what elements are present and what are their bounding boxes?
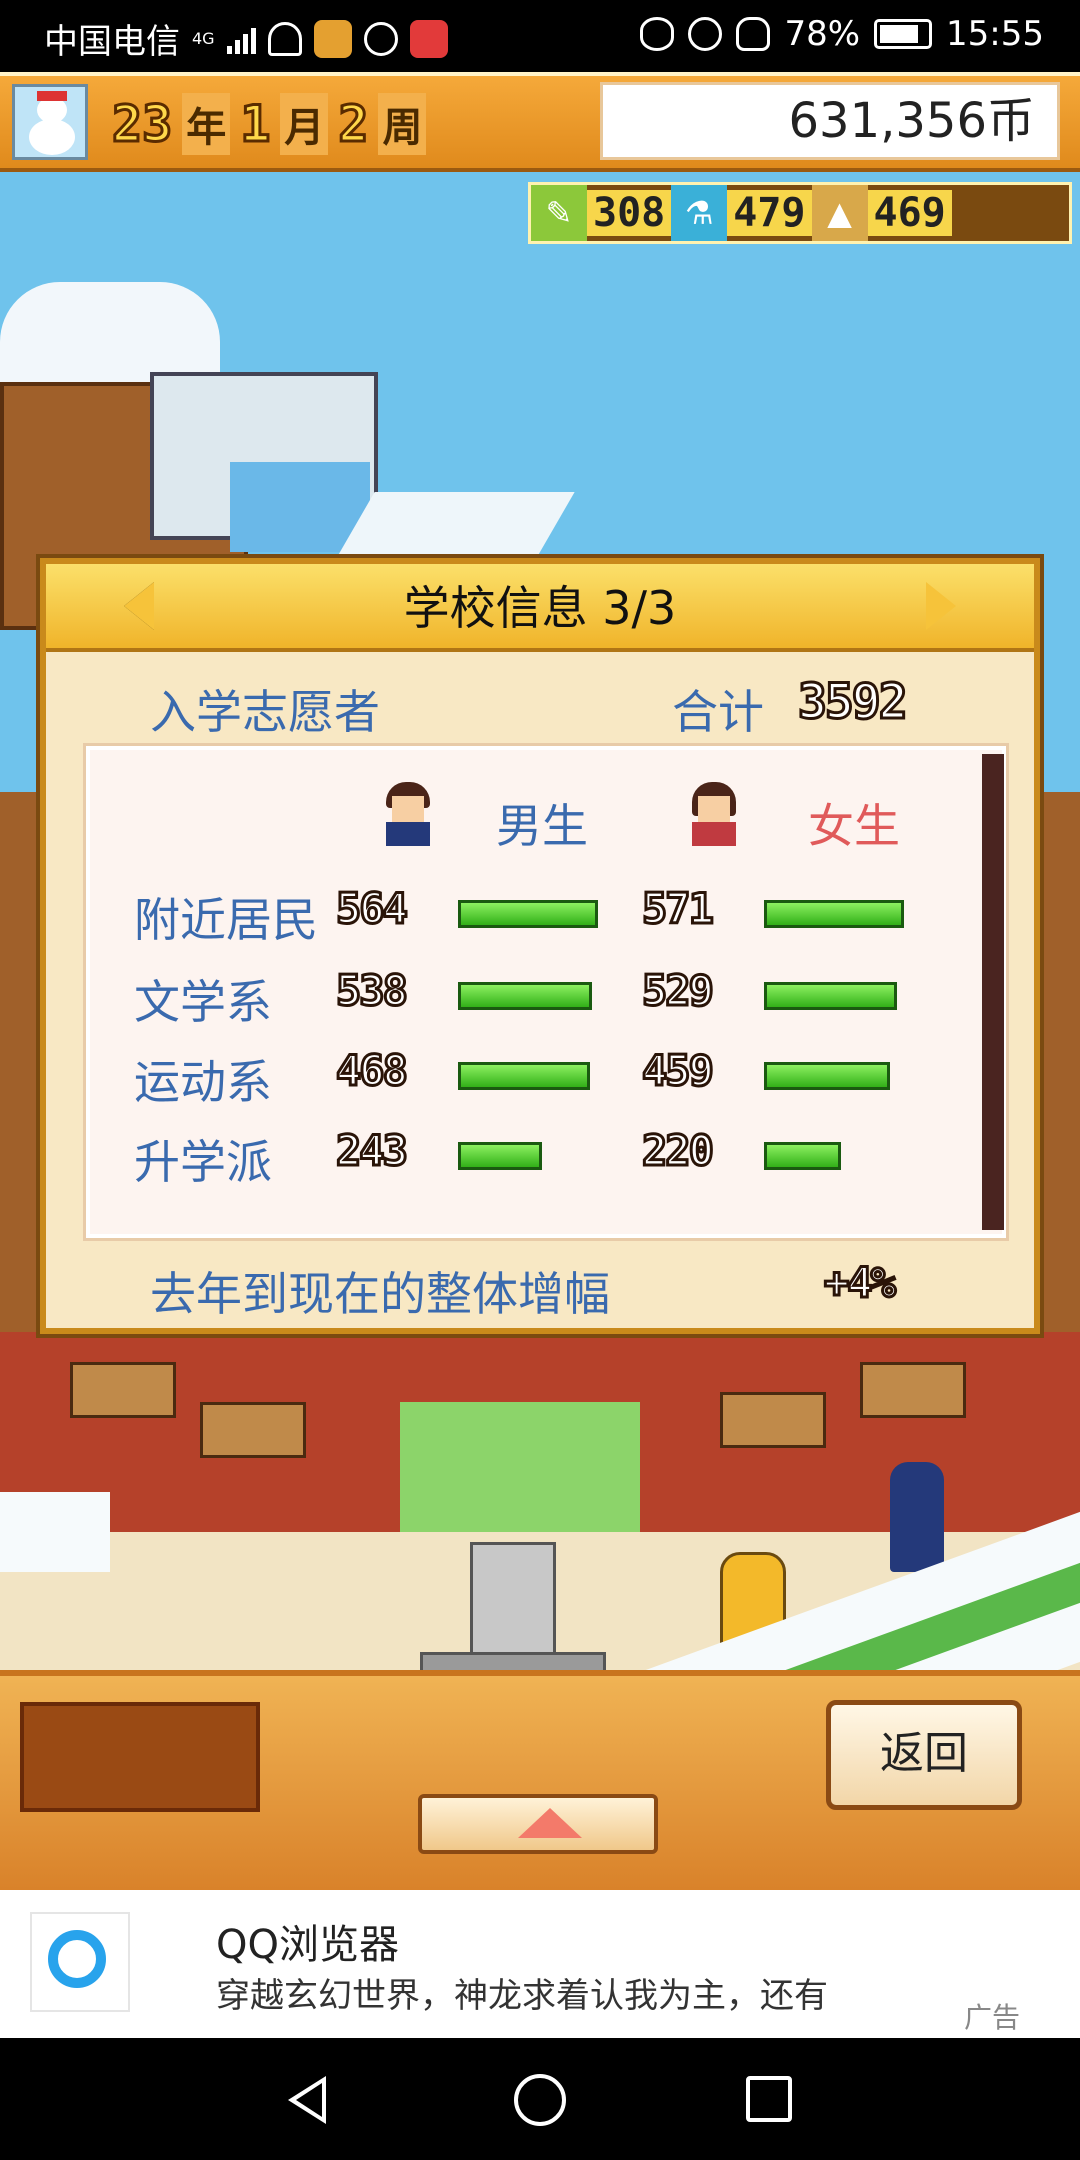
left-building (0, 792, 40, 1412)
resource-flask: ⚗ 479 (671, 185, 812, 241)
male-bar (458, 1142, 542, 1170)
snow-pile (0, 1492, 110, 1572)
home-icon[interactable] (514, 2074, 566, 2126)
total-label: 合计 (672, 685, 764, 739)
battery-icon (874, 19, 933, 49)
pyramid-value: 469 (867, 190, 952, 236)
wifi-icon (267, 21, 302, 56)
week-unit: 周 (378, 93, 427, 155)
desk (200, 1402, 306, 1458)
month-number: 1 (239, 94, 272, 155)
pencil-icon: ✎ (531, 185, 587, 241)
row-label-nearby-residents: 附近居民 (134, 893, 318, 947)
return-button[interactable]: 返回 (826, 1700, 1022, 1810)
female-count: 529 (641, 965, 716, 1017)
male-bar (458, 900, 598, 928)
next-page-arrow-icon[interactable] (926, 582, 956, 630)
female-bar (764, 1062, 890, 1090)
male-header: 男生 (496, 799, 588, 853)
sync-icon (363, 21, 398, 56)
status-bar: 中国电信 4G 78% 15:55 (0, 0, 1080, 72)
row-label-sports: 运动系 (134, 1055, 272, 1109)
eye-icon (640, 17, 675, 51)
statue (470, 1542, 556, 1668)
female-count: 459 (641, 1045, 716, 1097)
back-icon-inner (296, 2083, 322, 2117)
row-label-literature: 文学系 (134, 975, 272, 1029)
female-count: 571 (641, 883, 716, 935)
clock: 15:55 (946, 14, 1044, 54)
resource-bar: ✎ 308 ⚗ 479 ▲ 469 (528, 182, 1072, 244)
ad-title[interactable]: QQ浏览器 (216, 1912, 399, 1970)
ad-tag: 广告 (964, 2001, 1021, 2034)
female-count: 220 (641, 1125, 716, 1177)
game-date: 23 年 1 月 2 周 (110, 93, 427, 155)
snowman-icon[interactable] (12, 84, 88, 160)
male-count: 538 (335, 965, 410, 1017)
money-display: 631,356币 (600, 82, 1060, 160)
carrier-label: 中国电信 (44, 22, 180, 62)
male-bar (458, 982, 592, 1010)
desk (860, 1362, 966, 1418)
resource-pencil: ✎ 308 (531, 185, 672, 241)
right-building (1040, 792, 1080, 1412)
week-number: 2 (337, 94, 370, 155)
female-bar (764, 1142, 841, 1170)
pencil-value: 308 (587, 190, 672, 236)
recent-apps-icon[interactable] (746, 2076, 792, 2122)
girl-avatar (688, 782, 740, 846)
battery-percent: 78% (784, 14, 861, 54)
mute-icon (736, 17, 771, 51)
female-header: 女生 (808, 799, 900, 853)
growth-value: +4% (823, 1257, 898, 1309)
signal-icon (226, 24, 256, 54)
qq-browser-icon[interactable] (30, 1912, 130, 2012)
up-arrow-icon (518, 1808, 582, 1838)
shop-app-icon (409, 19, 448, 58)
game-app-icon (313, 19, 352, 58)
empty-slot (20, 1702, 260, 1812)
year-number: 23 (110, 94, 173, 155)
network-type: 4G (192, 29, 215, 48)
ad-description[interactable]: 穿越玄幻世界，神龙求着认我为主，还有 (216, 1968, 828, 2017)
pyramid-icon: ▲ (811, 185, 868, 241)
expand-up-button[interactable] (418, 1794, 658, 1854)
desk (720, 1392, 826, 1448)
month-unit: 月 (280, 93, 329, 155)
growth-label: 去年到现在的整体增幅 (150, 1267, 610, 1321)
year-unit: 年 (182, 93, 231, 155)
desk (70, 1362, 176, 1418)
school-info-dialog: 学校信息 3/3 入学志愿者 合计 3592 男生 女生 附近居民 564 57… (40, 558, 1040, 1334)
male-count: 243 (335, 1125, 410, 1177)
garden-patch (400, 1402, 640, 1532)
flask-icon: ⚗ (671, 185, 728, 241)
dialog-title: 学校信息 3/3 (403, 581, 677, 635)
total-value: 3592 (797, 673, 910, 732)
alarm-icon (688, 17, 723, 51)
dialog-header: 学校信息 3/3 (46, 564, 1034, 652)
female-bar (764, 982, 897, 1010)
applicants-label: 入学志愿者 (150, 685, 380, 739)
resource-pyramid: ▲ 469 (811, 185, 952, 241)
female-bar (764, 900, 904, 928)
scrollbar[interactable] (982, 754, 1004, 1230)
male-count: 564 (335, 883, 410, 935)
row-label-academic: 升学派 (134, 1135, 272, 1189)
student-character (890, 1462, 944, 1572)
flask-value: 479 (727, 190, 812, 236)
male-count: 468 (335, 1045, 410, 1097)
male-bar (458, 1062, 590, 1090)
boy-avatar (382, 782, 434, 846)
